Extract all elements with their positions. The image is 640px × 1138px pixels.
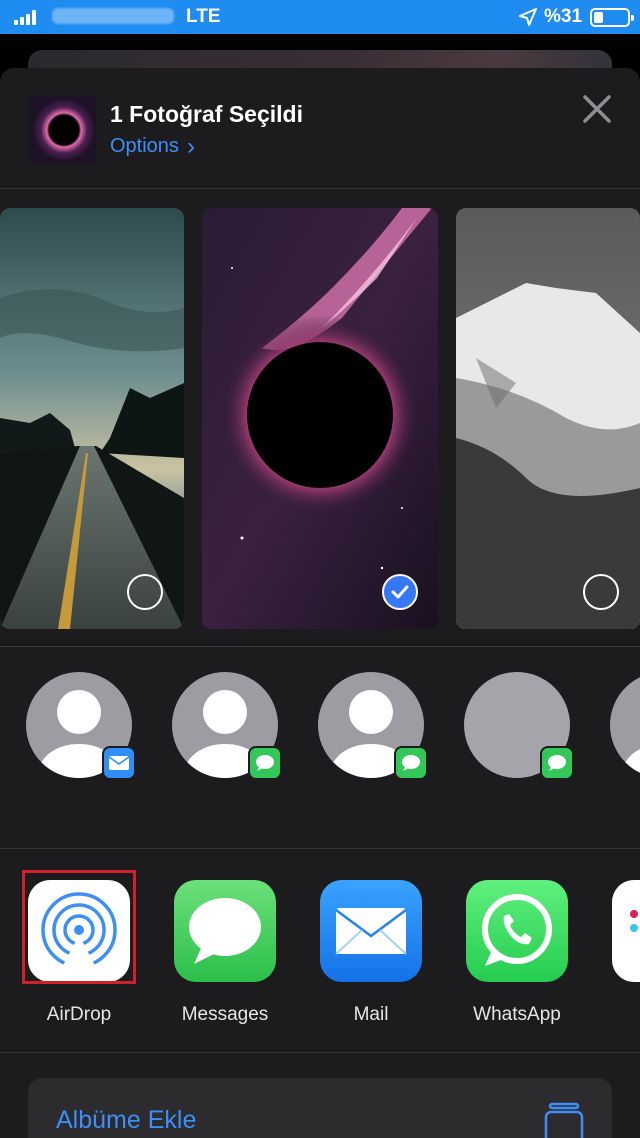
black-hole-photo[interactable]	[202, 208, 438, 629]
airdrop-highlight-box	[22, 870, 136, 984]
photos-separator	[0, 646, 640, 647]
app-icon-partial	[612, 880, 640, 982]
apps-separator	[0, 1052, 640, 1053]
network-type: LTE	[186, 6, 221, 27]
options-link[interactable]: Options ›	[110, 132, 195, 160]
contact-suggestion[interactable]	[464, 672, 574, 780]
carrier-name-blurred	[52, 8, 174, 24]
chevron-right-icon: ›	[186, 132, 195, 160]
selected-photo-thumbnail	[28, 96, 96, 164]
share-sheet-title: 1 Fotoğraf Seçildi	[110, 101, 303, 127]
snowy-mountain-photo[interactable]	[456, 208, 640, 629]
status-bar: LTE %31	[0, 0, 640, 34]
app-label: WhatsApp	[473, 1004, 561, 1025]
battery-percentage: %31	[544, 6, 583, 27]
share-sheet: 1 Fotoğraf Seçildi Options › AirDrop Mes…	[0, 68, 640, 1138]
share-sheet-header: 1 Fotoğraf Seçildi Options ›	[0, 68, 640, 188]
location-icon	[519, 8, 537, 26]
road-photo[interactable]	[0, 208, 184, 629]
photo-select-circle[interactable]	[583, 574, 619, 610]
action-label: Albüme Ekle	[56, 1106, 197, 1134]
close-icon[interactable]	[580, 92, 614, 126]
photo-select-circle[interactable]	[127, 574, 163, 610]
mail-icon	[320, 880, 422, 982]
messages-icon	[540, 746, 574, 780]
header-separator	[0, 188, 640, 189]
messages-icon	[394, 746, 428, 780]
app-mail[interactable]: Mail	[320, 880, 426, 1030]
person-avatar-icon	[610, 672, 640, 778]
contact-suggestion[interactable]	[172, 672, 282, 780]
photo-selected-check[interactable]	[382, 574, 418, 610]
app-label: AirDrop	[46, 1004, 112, 1025]
battery-icon	[590, 8, 634, 27]
app-partial-next[interactable]	[612, 880, 640, 1030]
add-to-album-action[interactable]: Albüme Ekle	[28, 1078, 612, 1138]
messages-icon	[248, 746, 282, 780]
app-label: Messages	[181, 1004, 269, 1025]
add-to-album-icon	[544, 1102, 584, 1138]
app-label: Mail	[353, 1004, 389, 1025]
checkmark-icon	[391, 585, 409, 599]
contact-suggestion-partial[interactable]	[610, 672, 640, 778]
mail-icon	[102, 746, 136, 780]
messages-icon	[174, 880, 276, 982]
app-messages[interactable]: Messages	[174, 880, 280, 1030]
app-whatsapp[interactable]: WhatsApp	[466, 880, 572, 1030]
whatsapp-icon	[466, 880, 568, 982]
contact-suggestion[interactable]	[318, 672, 428, 780]
people-separator	[0, 848, 640, 849]
signal-icon	[14, 9, 40, 25]
contact-suggestion[interactable]	[26, 672, 136, 780]
options-label: Options	[110, 135, 179, 157]
